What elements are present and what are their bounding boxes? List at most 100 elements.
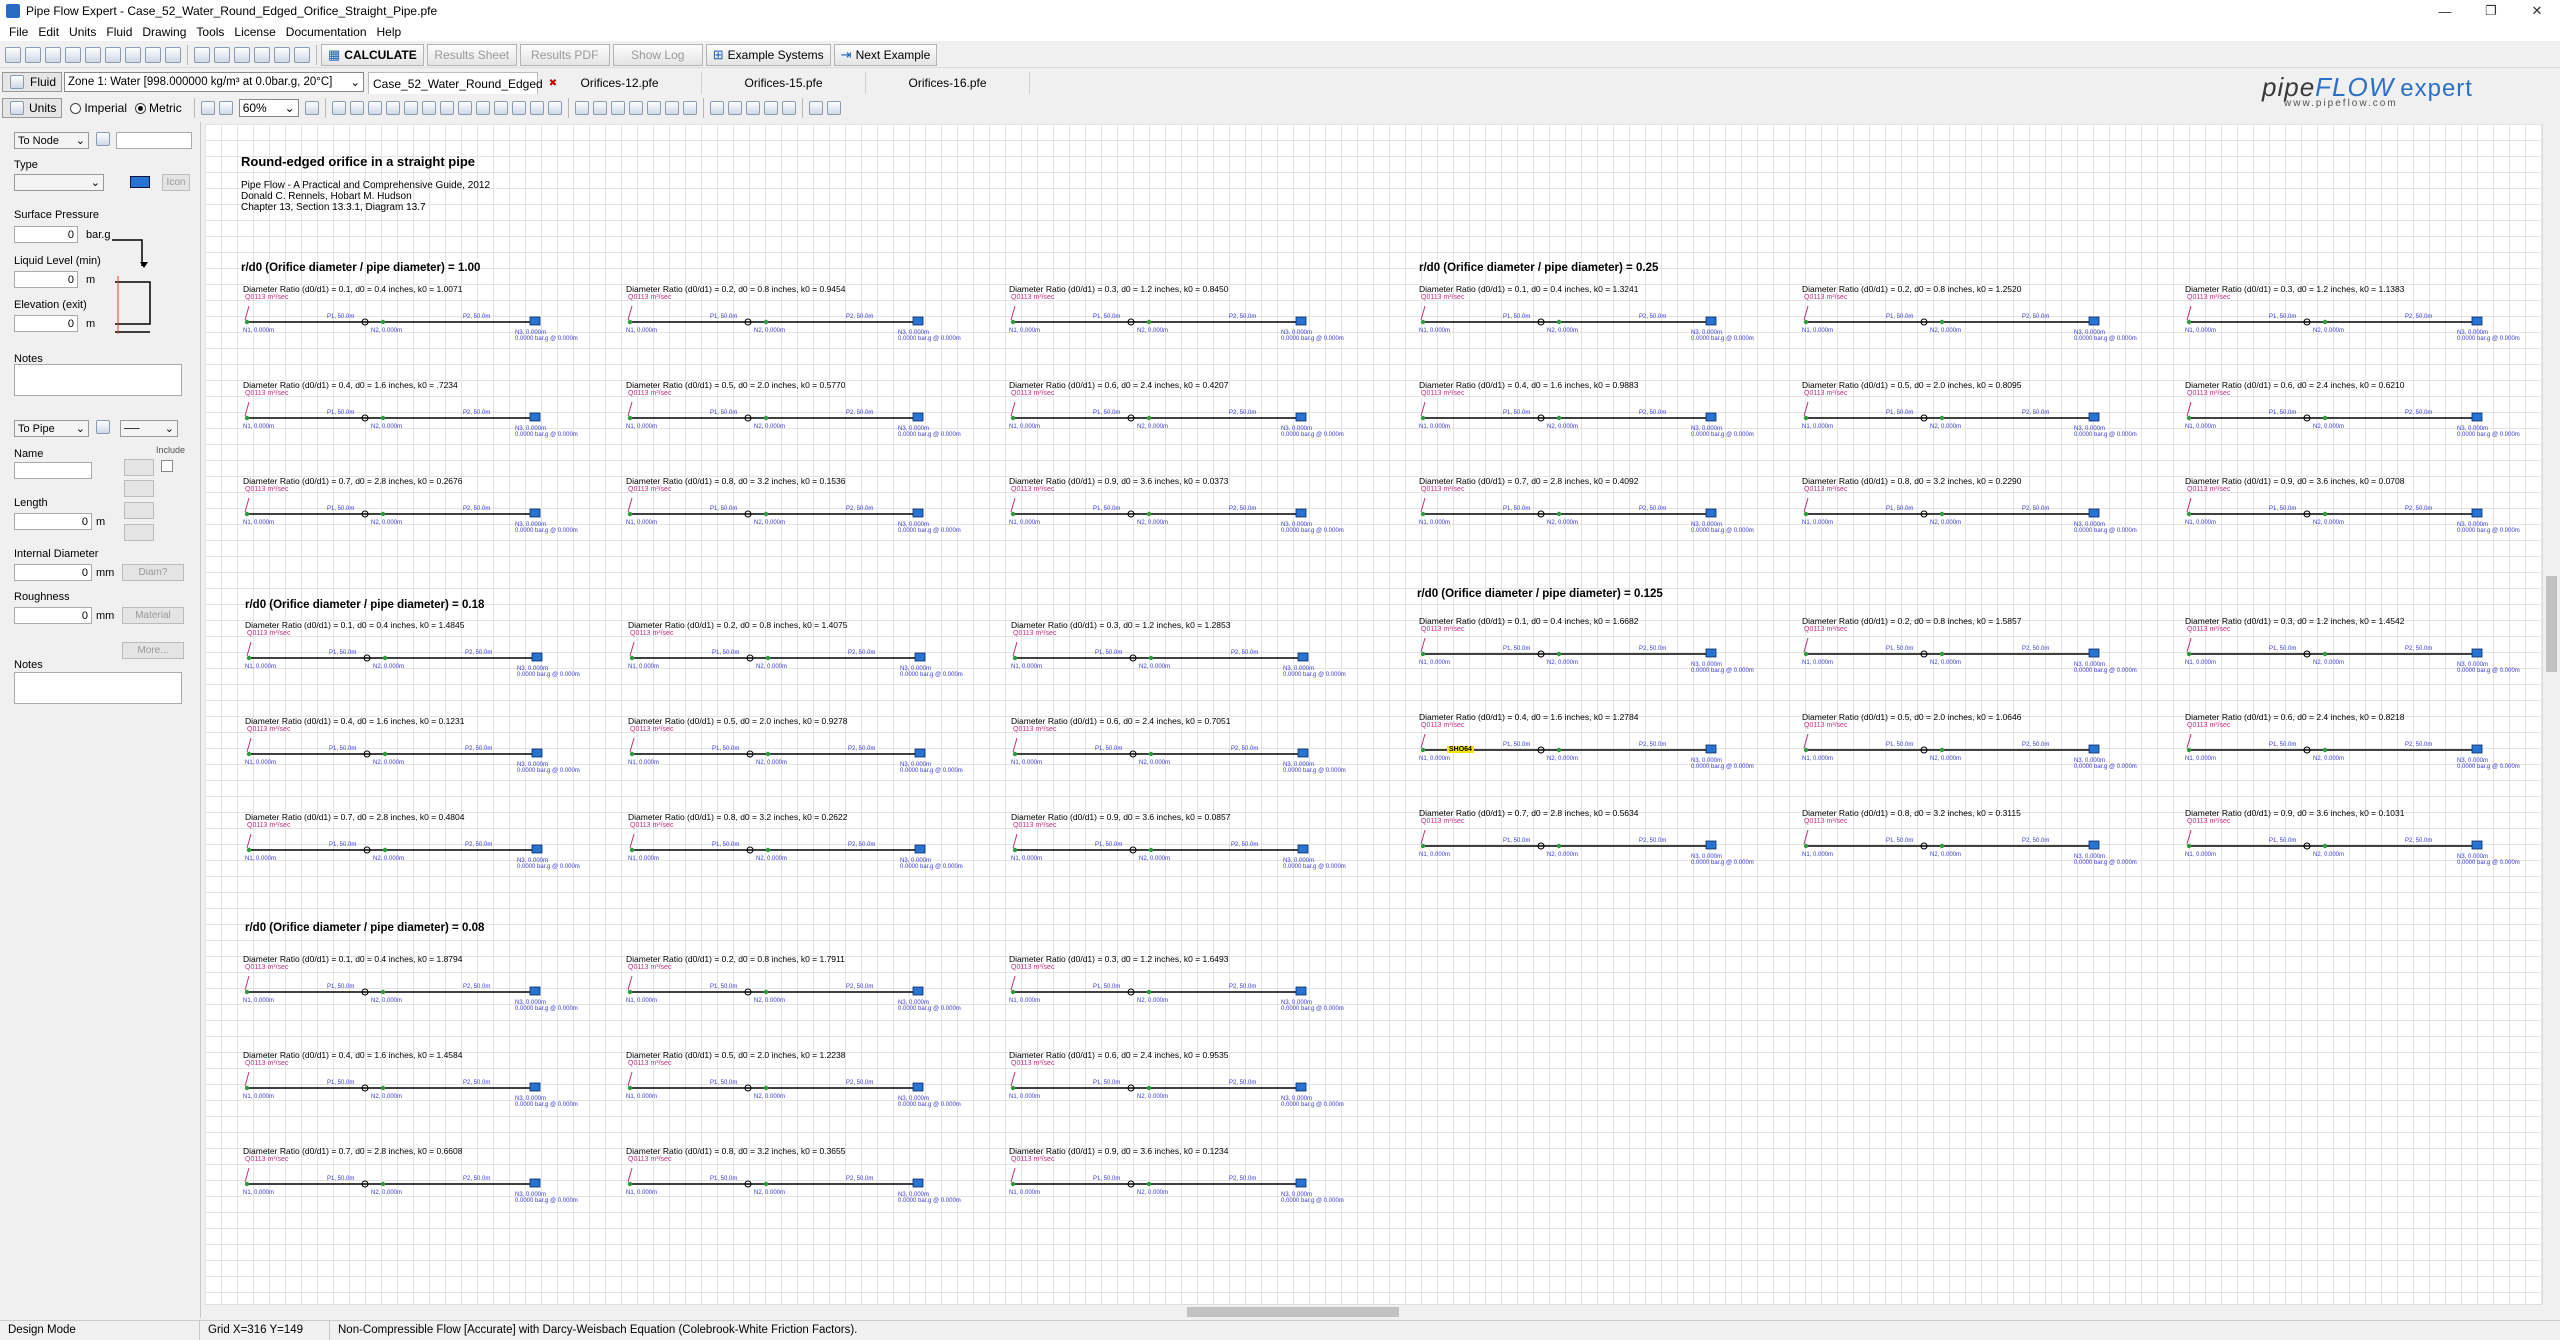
- align-icon[interactable]: [709, 101, 724, 115]
- results-sheet-button[interactable]: Results Sheet: [426, 43, 517, 66]
- export-icon[interactable]: [165, 46, 181, 63]
- orifice-diagram[interactable]: Diameter Ratio (d0/d1) = 0.8, d0 = 3.2 i…: [628, 812, 1000, 882]
- grid-icon[interactable]: [745, 101, 760, 115]
- node-data-icon[interactable]: [214, 46, 230, 63]
- internal-diameter-input[interactable]: 0: [14, 564, 92, 581]
- tab-orifices-16[interactable]: Orifices-16.pfe: [866, 72, 1031, 94]
- snap-icon[interactable]: [763, 101, 778, 115]
- menu-fluid[interactable]: Fluid: [101, 25, 137, 39]
- zoom-in-icon[interactable]: [218, 101, 233, 115]
- orifice-diagram[interactable]: Diameter Ratio (d0/d1) = 0.4, d0 = 1.6 i…: [243, 380, 615, 450]
- menu-edit[interactable]: Edit: [33, 25, 64, 39]
- orifice-diagram[interactable]: Diameter Ratio (d0/d1) = 0.2, d0 = 0.8 i…: [1802, 616, 2174, 686]
- add-tank-icon[interactable]: [385, 101, 400, 115]
- add-check-valve-icon[interactable]: [529, 101, 544, 115]
- include-checkbox[interactable]: [161, 460, 173, 472]
- zoom-fit-icon[interactable]: [304, 101, 319, 115]
- orifice-diagram[interactable]: Diameter Ratio (d0/d1) = 0.4, d0 = 1.6 i…: [1419, 380, 1791, 450]
- orifice-diagram[interactable]: Diameter Ratio (d0/d1) = 0.6, d0 = 2.4 i…: [1009, 380, 1381, 450]
- menu-help[interactable]: Help: [372, 25, 407, 39]
- example-systems-button[interactable]: ⊞ Example Systems: [705, 43, 831, 66]
- add-node-icon[interactable]: [367, 101, 382, 115]
- diameter-button[interactable]: Diam?: [122, 564, 184, 581]
- zoom-select[interactable]: 60% ⌄: [238, 99, 299, 117]
- select-rect-icon[interactable]: [574, 101, 589, 115]
- results-pdf-button[interactable]: Results PDF: [519, 43, 610, 66]
- orifice-diagram[interactable]: Diameter Ratio (d0/d1) = 0.5, d0 = 2.0 i…: [628, 716, 1000, 786]
- reverse-pipe-icon[interactable]: [646, 101, 661, 115]
- orifice-diagram[interactable]: Diameter Ratio (d0/d1) = 0.4, d0 = 1.6 i…: [1419, 712, 1791, 782]
- redo-icon[interactable]: [826, 101, 841, 115]
- to-pipe-select[interactable]: To Pipe ⌄: [14, 420, 89, 437]
- tab-orifices-15[interactable]: Orifices-15.pfe: [702, 72, 867, 94]
- pan-hand-icon[interactable]: [349, 101, 364, 115]
- node-type-select[interactable]: ⌄: [14, 174, 104, 191]
- locate-node-icon[interactable]: [96, 132, 110, 146]
- orifice-diagram[interactable]: Diameter Ratio (d0/d1) = 0.1, d0 = 0.4 i…: [243, 954, 615, 1024]
- orifice-diagram[interactable]: Diameter Ratio (d0/d1) = 0.2, d0 = 0.8 i…: [1802, 284, 2174, 354]
- select-pointer-icon[interactable]: [331, 101, 346, 115]
- save-as-icon[interactable]: [65, 46, 81, 63]
- orifice-diagram[interactable]: Diameter Ratio (d0/d1) = 0.6, d0 = 2.4 i…: [2185, 712, 2542, 782]
- pipe-tool-button-3[interactable]: [124, 502, 154, 519]
- delete-icon[interactable]: [781, 101, 796, 115]
- orifice-diagram[interactable]: Diameter Ratio (d0/d1) = 0.2, d0 = 0.8 i…: [626, 954, 998, 1024]
- locate-pipe-icon[interactable]: [96, 420, 110, 434]
- minimize-button[interactable]: —: [2422, 0, 2468, 22]
- drawing-canvas[interactable]: Round-edged orifice in a straight pipe P…: [205, 124, 2542, 1304]
- orifice-diagram[interactable]: Diameter Ratio (d0/d1) = 0.5, d0 = 2.0 i…: [1802, 380, 2174, 450]
- fluid-data-icon[interactable]: [234, 46, 250, 63]
- close-button[interactable]: ✕: [2514, 0, 2560, 22]
- tab-case-52[interactable]: Case_52_Water_Round_Edged ✖: [368, 72, 557, 94]
- orifice-diagram[interactable]: Diameter Ratio (d0/d1) = 0.6, d0 = 2.4 i…: [2185, 380, 2542, 450]
- node-name-input[interactable]: [116, 132, 192, 149]
- undo-icon[interactable]: [808, 101, 823, 115]
- menu-documentation[interactable]: Documentation: [281, 25, 372, 39]
- orifice-diagram[interactable]: Diameter Ratio (d0/d1) = 0.1, d0 = 0.4 i…: [1419, 284, 1791, 354]
- units-button[interactable]: Units: [2, 98, 63, 118]
- save-icon[interactable]: [45, 46, 61, 63]
- orifice-diagram[interactable]: Diameter Ratio (d0/d1) = 0.8, d0 = 3.2 i…: [1802, 476, 2174, 546]
- split-pipe-icon[interactable]: [664, 101, 679, 115]
- horizontal-scrollbar[interactable]: [205, 1304, 2542, 1318]
- restore-button[interactable]: ❐: [2468, 0, 2514, 22]
- orifice-diagram[interactable]: Diameter Ratio (d0/d1) = 0.1, d0 = 0.4 i…: [245, 620, 617, 690]
- distribute-icon[interactable]: [727, 101, 742, 115]
- next-example-button[interactable]: ⇥ Next Example: [833, 43, 938, 66]
- length-input[interactable]: 0: [14, 513, 92, 530]
- orifice-diagram[interactable]: Diameter Ratio (d0/d1) = 0.2, d0 = 0.8 i…: [628, 620, 1000, 690]
- fitting-data-icon[interactable]: [294, 46, 310, 63]
- orifice-diagram[interactable]: Diameter Ratio (d0/d1) = 0.4, d0 = 1.6 i…: [243, 1050, 615, 1120]
- orifice-diagram[interactable]: Diameter Ratio (d0/d1) = 0.3, d0 = 1.2 i…: [1009, 954, 1381, 1024]
- orifice-diagram[interactable]: Diameter Ratio (d0/d1) = 0.5, d0 = 2.0 i…: [1802, 712, 2174, 782]
- menu-tools[interactable]: Tools: [191, 25, 229, 39]
- orifice-diagram[interactable]: Diameter Ratio (d0/d1) = 0.9, d0 = 3.6 i…: [2185, 808, 2542, 878]
- fluid-zone-select[interactable]: Zone 1: Water [998.000000 kg/m³ at 0.0ba…: [64, 72, 365, 92]
- node-notes-textarea[interactable]: [14, 364, 182, 396]
- orifice-diagram[interactable]: Diameter Ratio (d0/d1) = 0.7, d0 = 2.8 i…: [1419, 808, 1791, 878]
- add-fitting-icon[interactable]: [511, 101, 526, 115]
- orifice-diagram[interactable]: Diameter Ratio (d0/d1) = 0.8, d0 = 3.2 i…: [1802, 808, 2174, 878]
- tab-orifices-12[interactable]: Orifices-12.pfe: [538, 72, 703, 94]
- paste-icon[interactable]: [628, 101, 643, 115]
- orifice-diagram[interactable]: Diameter Ratio (d0/d1) = 0.7, d0 = 2.8 i…: [243, 476, 615, 546]
- orifice-diagram[interactable]: Diameter Ratio (d0/d1) = 0.9, d0 = 3.6 i…: [1009, 476, 1381, 546]
- orifice-diagram[interactable]: Diameter Ratio (d0/d1) = 0.5, d0 = 2.0 i…: [626, 1050, 998, 1120]
- vertical-scroll-thumb[interactable]: [2546, 576, 2557, 672]
- orifice-diagram[interactable]: Diameter Ratio (d0/d1) = 0.6, d0 = 2.4 i…: [1009, 1050, 1381, 1120]
- print-preview-icon[interactable]: [125, 46, 141, 63]
- add-demand-icon[interactable]: [403, 101, 418, 115]
- orifice-diagram[interactable]: Diameter Ratio (d0/d1) = 0.3, d0 = 1.2 i…: [2185, 616, 2542, 686]
- elevation-input[interactable]: 0: [14, 315, 78, 332]
- orifice-diagram[interactable]: Diameter Ratio (d0/d1) = 0.9, d0 = 3.6 i…: [2185, 476, 2542, 546]
- surface-pressure-input[interactable]: 0: [14, 226, 78, 243]
- print-icon[interactable]: [105, 46, 121, 63]
- add-pump-icon[interactable]: [457, 101, 472, 115]
- component-data-icon[interactable]: [274, 46, 290, 63]
- horizontal-scroll-thumb[interactable]: [1187, 1307, 1399, 1317]
- add-component-icon[interactable]: [475, 101, 490, 115]
- orifice-diagram[interactable]: Diameter Ratio (d0/d1) = 0.2, d0 = 0.8 i…: [626, 284, 998, 354]
- menu-units[interactable]: Units: [64, 25, 101, 39]
- pdf-icon[interactable]: [145, 46, 161, 63]
- orifice-diagram[interactable]: Diameter Ratio (d0/d1) = 0.6, d0 = 2.4 i…: [1011, 716, 1383, 786]
